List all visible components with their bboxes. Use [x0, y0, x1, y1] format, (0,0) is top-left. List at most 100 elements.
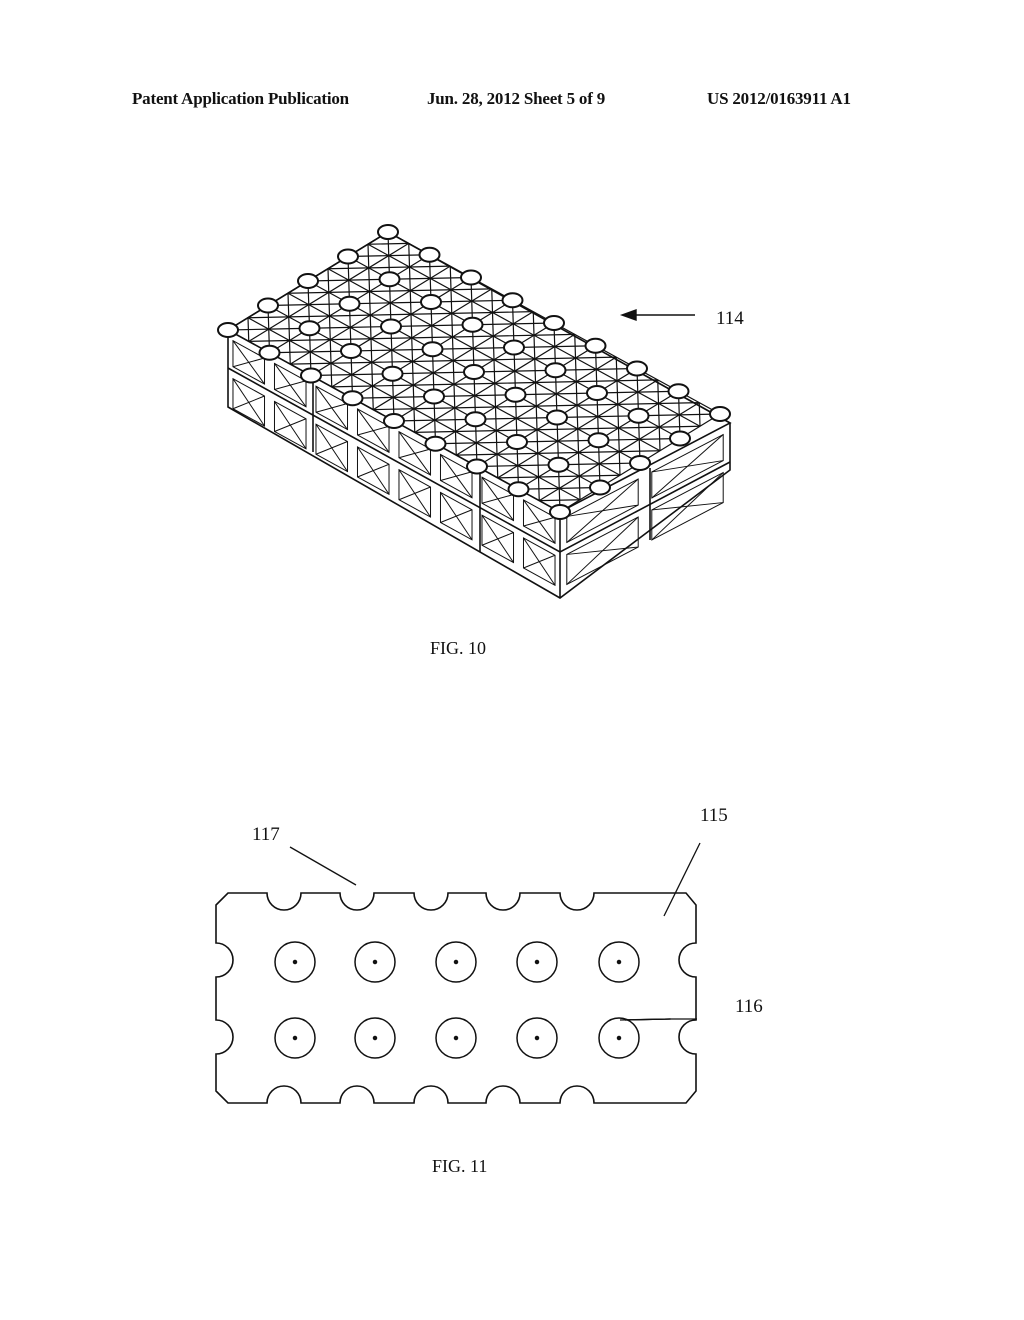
lattice-diagonal [330, 363, 333, 387]
drawing-canvas [215, 224, 732, 1104]
post-top-circle [584, 337, 607, 354]
lattice-diagonal [410, 314, 413, 338]
post-top-circle [383, 413, 405, 429]
lattice-diagonal [577, 428, 580, 453]
lattice-diagonal [578, 476, 581, 500]
post-top-circle [506, 434, 528, 450]
hole-center [616, 1035, 622, 1041]
post-top-circle [587, 432, 610, 449]
post-top-circle [547, 456, 570, 473]
lattice-diagonal [534, 358, 537, 383]
lattice-diagonal [533, 335, 536, 359]
post-top-circle [626, 360, 648, 377]
post-top-circle [341, 390, 364, 407]
lattice-diagonal [368, 291, 371, 316]
lattice-diagonal [371, 385, 374, 410]
lattice-diagonal [411, 361, 414, 386]
post-top-circle [377, 224, 399, 240]
fig10-caption: FIG. 10 [430, 638, 487, 658]
post-top-circle [544, 362, 567, 379]
lattice-diagonal [329, 339, 332, 364]
post-top-circle [501, 292, 524, 309]
post-top-circle [549, 504, 571, 520]
lattice-diagonal [247, 317, 250, 342]
lattice-diagonal [288, 340, 291, 365]
fig11-caption: FIG. 11 [432, 1156, 488, 1176]
lattice-diagonal [454, 407, 457, 432]
lattice-diagonal [536, 429, 539, 454]
hole-center [453, 959, 459, 965]
lattice-diagonal [370, 338, 373, 363]
lattice-diagonal [658, 427, 661, 451]
post-top-circle [297, 273, 319, 289]
lattice-diagonal [328, 315, 331, 340]
lattice-diagonal [537, 476, 540, 501]
post-top-circle [380, 318, 402, 335]
post-top-circle [300, 367, 322, 384]
post-top-circle [463, 364, 485, 380]
ref-116: 116 [735, 996, 763, 1017]
hole-center [453, 1035, 459, 1041]
post-top-circle [464, 411, 487, 428]
post-top-circle [217, 322, 239, 338]
post-top-circle [340, 343, 362, 359]
post-top-circle [507, 481, 530, 498]
post-top-circle [589, 479, 611, 496]
lattice-diagonal [618, 451, 621, 476]
fig11-plate [215, 892, 697, 1104]
lattice-diagonal [493, 359, 496, 384]
post-top-circle [421, 341, 444, 358]
lattice-diagonal [411, 337, 414, 362]
lattice-diagonal [328, 292, 331, 317]
plate-outline [215, 892, 697, 1104]
lattice-diagonal [413, 408, 416, 433]
lattice-diagonal [657, 379, 660, 404]
post-top-circle [257, 297, 279, 314]
hole-center [372, 1035, 378, 1041]
post-top-circle [378, 271, 401, 288]
post-top-circle [258, 344, 281, 361]
ref-115: 115 [700, 805, 728, 826]
hole-center [534, 959, 540, 965]
lattice-diagonal [492, 336, 495, 360]
lattice-diagonal [451, 336, 454, 361]
lattice-diagonal [617, 427, 620, 452]
hole-center [534, 1035, 540, 1041]
lattice-diagonal [615, 357, 618, 381]
lattice-diagonal [368, 267, 371, 292]
lattice-diagonal [454, 431, 457, 456]
post-top-circle [629, 455, 651, 471]
hole-center [616, 959, 622, 965]
ref-114-arrow [619, 309, 695, 321]
post-top-circle [504, 386, 527, 403]
lattice-diagonal [409, 290, 412, 315]
lattice-diagonal [453, 384, 456, 408]
lattice-diagonal [534, 382, 537, 407]
hole-center [292, 959, 298, 965]
lattice-diagonal [575, 381, 578, 406]
lattice-diagonal [535, 406, 538, 430]
post-top-circle [546, 409, 568, 426]
lattice-diagonal [371, 362, 374, 387]
post-top-circle [424, 435, 447, 452]
lattice-diagonal [491, 288, 494, 313]
fig10-drawing [217, 224, 732, 599]
lattice-diagonal [532, 311, 535, 336]
lattice-diagonal [287, 293, 290, 317]
lattice-diagonal [494, 383, 497, 408]
lattice-diagonal [698, 402, 701, 427]
lattice-diagonal [451, 313, 454, 338]
lattice-diagonal [491, 312, 494, 337]
post-top-circle [461, 316, 484, 333]
hole-center [372, 959, 378, 965]
post-top-circle [667, 383, 690, 400]
post-top-circle [503, 339, 525, 356]
lattice-diagonal [657, 403, 660, 428]
lattice-diagonal [288, 316, 291, 341]
post-top-circle [338, 295, 361, 312]
lattice-diagonal [412, 385, 415, 409]
post-top-circle [420, 294, 442, 310]
lattice-diagonal [494, 406, 497, 431]
lattice-diagonal [574, 334, 577, 359]
post-top-circle [423, 388, 445, 405]
